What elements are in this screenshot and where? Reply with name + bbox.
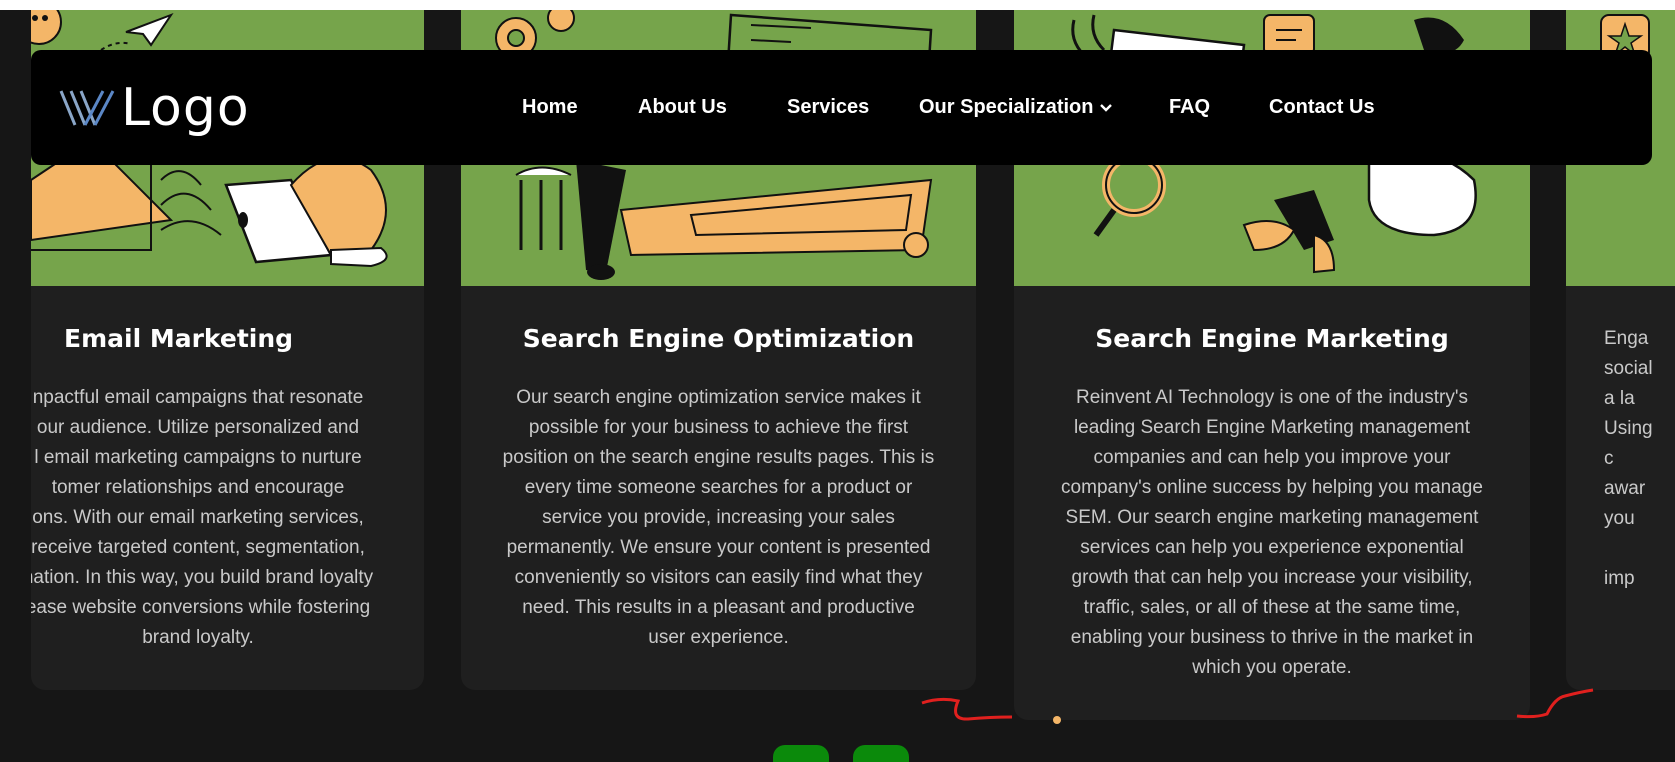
card-line: company's online success by helping you … bbox=[1061, 477, 1483, 498]
card-line: npactful email campaigns that resonate bbox=[32, 387, 364, 408]
carousel-next-button[interactable] bbox=[853, 745, 909, 762]
card-title: Search Engine Marketing bbox=[1095, 324, 1449, 353]
card-line: possible for your business to achieve th… bbox=[528, 417, 909, 438]
card-line: Our search engine optimization service m… bbox=[516, 387, 921, 408]
nav-about-us[interactable]: About Us bbox=[638, 96, 727, 119]
card-line: enabling your business to thrive in the … bbox=[1070, 627, 1474, 648]
card-line: Enga bbox=[1604, 328, 1649, 349]
card-line: service you provide, increasing your sal… bbox=[542, 507, 895, 528]
card-line: services can help you experience exponen… bbox=[1080, 537, 1464, 558]
card-line: our audience. Utilize personalized and bbox=[36, 417, 360, 438]
card-line: user experience. bbox=[648, 627, 789, 648]
nav-our-specialization[interactable]: Our Specialization bbox=[919, 96, 1113, 119]
chevron-down-icon bbox=[1100, 103, 1113, 112]
card-line: which you operate. bbox=[1192, 657, 1352, 678]
nav-home[interactable]: Home bbox=[522, 96, 578, 119]
logo-mark-icon bbox=[59, 90, 115, 126]
card-line: position on the search engine results pa… bbox=[502, 447, 935, 468]
card-line: traffic, sales, or all of these at the s… bbox=[1083, 597, 1461, 618]
card-line: leading Search Engine Marketing manageme… bbox=[1073, 417, 1471, 438]
card-line: companies and can help you improve your bbox=[1093, 447, 1451, 468]
red-scribble-right bbox=[1516, 688, 1594, 719]
card-line: social bbox=[1604, 358, 1653, 379]
card-line: nation. In this way, you build brand loy… bbox=[31, 567, 374, 588]
card-line: SEM. Our search engine marketing managem… bbox=[1065, 507, 1479, 528]
nav-services[interactable]: Services bbox=[787, 96, 869, 119]
card-line: Using bbox=[1604, 418, 1653, 439]
nav-contact-us[interactable]: Contact Us bbox=[1269, 96, 1375, 119]
card-line: need. This results in a pleasant and pro… bbox=[522, 597, 915, 618]
card-title: Search Engine Optimization bbox=[522, 324, 915, 353]
top-strip bbox=[0, 0, 1675, 10]
card-line: every time someone searches for a produc… bbox=[524, 477, 913, 498]
nav-faq[interactable]: FAQ bbox=[1169, 96, 1210, 119]
card-line: growth that can help you increase your v… bbox=[1071, 567, 1473, 588]
card-line: c bbox=[1604, 448, 1614, 469]
card-description: Reinvent AI Technology is one of the ind… bbox=[1014, 383, 1530, 683]
card-description: Our search engine optimization service m… bbox=[461, 383, 976, 653]
card-line: receive targeted content, segmentation, bbox=[31, 537, 365, 558]
nav-our-specialization-label: Our Specialization bbox=[919, 96, 1094, 118]
card-line: l email marketing campaigns to nurture bbox=[34, 447, 362, 468]
card-line: a la bbox=[1604, 388, 1635, 409]
card-line: Reinvent AI Technology is one of the ind… bbox=[1076, 387, 1468, 408]
logo-text: Logo bbox=[121, 78, 250, 138]
card-line: ons. With our email marketing services, bbox=[32, 507, 364, 528]
carousel-prev-button[interactable] bbox=[773, 745, 829, 762]
main-navbar: Logo Home About Us Services Our Speciali… bbox=[31, 50, 1652, 165]
card-line: awar bbox=[1604, 478, 1646, 499]
card-line: you bbox=[1604, 508, 1635, 529]
card-description: Enga social a la Using c awar you imp bbox=[1566, 324, 1675, 594]
card-line: brand loyalty. bbox=[142, 627, 254, 648]
card-line: tomer relationships and encourage bbox=[51, 477, 345, 498]
red-scribble-left bbox=[921, 697, 1013, 721]
card-description: npactful email campaigns that resonate o… bbox=[31, 383, 424, 653]
card-line: permanently. We ensure your content is p… bbox=[506, 537, 931, 558]
card-line: imp bbox=[1604, 568, 1635, 589]
card-line: conveniently so visitors can easily find… bbox=[514, 567, 923, 588]
carousel-dot bbox=[1053, 716, 1061, 724]
card-title: Email Marketing bbox=[64, 324, 294, 353]
card-line: ease website conversions while fostering bbox=[31, 597, 371, 618]
site-logo[interactable]: Logo bbox=[59, 78, 250, 138]
